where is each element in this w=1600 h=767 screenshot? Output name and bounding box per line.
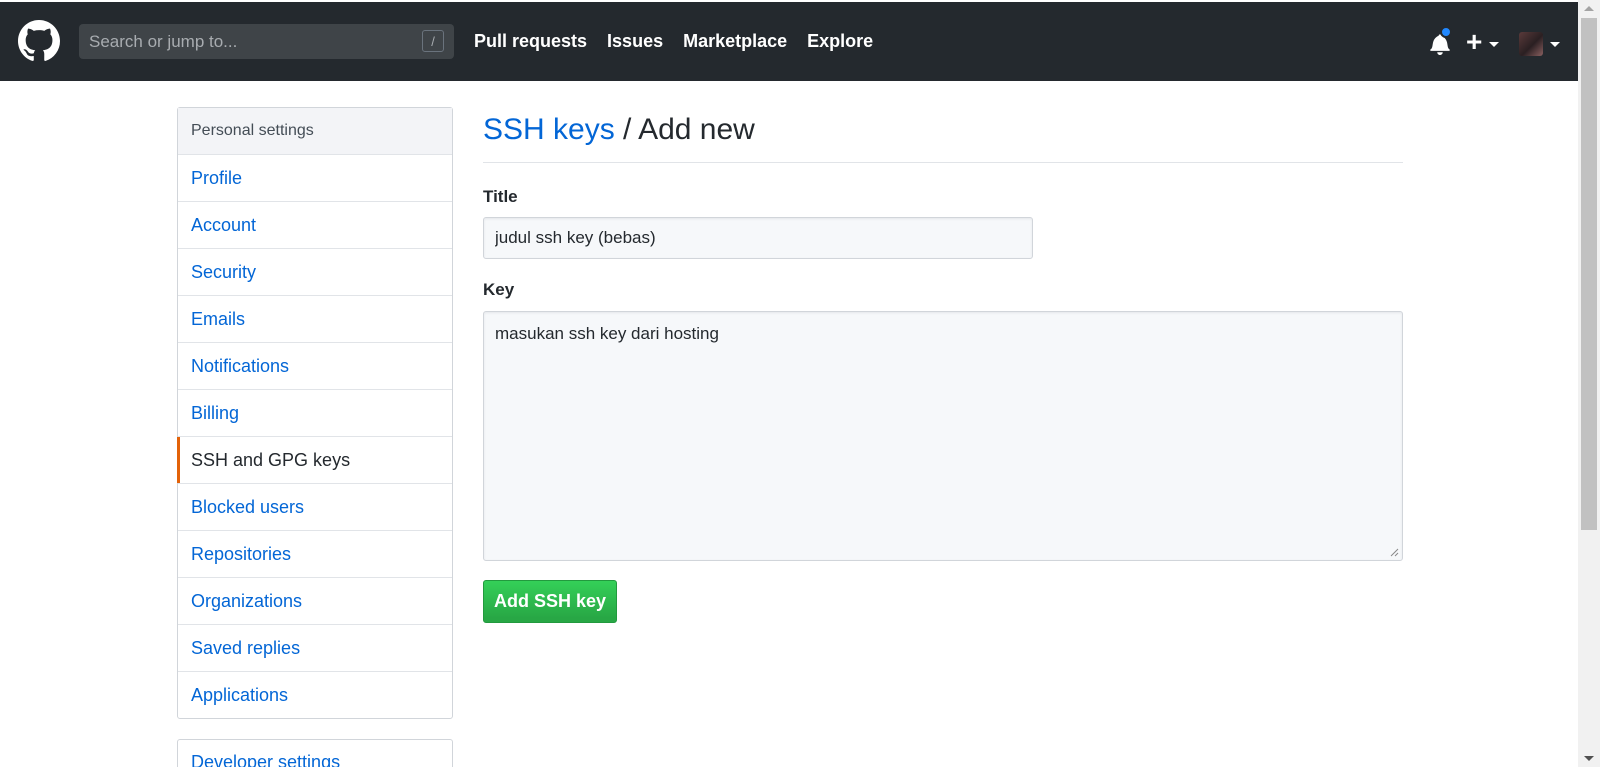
page-title: SSH keys / Add new [483, 107, 1403, 163]
main-content: SSH keys / Add new Title Key masukan ssh… [483, 107, 1403, 623]
nav-issues[interactable]: Issues [607, 31, 663, 52]
sidebar-item-account[interactable]: Account [178, 202, 452, 249]
title-input[interactable] [483, 217, 1033, 259]
sidebar-item-emails[interactable]: Emails [178, 296, 452, 343]
header-nav: Pull requests Issues Marketplace Explore [474, 2, 873, 81]
notification-indicator-icon [1440, 26, 1452, 38]
create-new-chevron-down-icon[interactable] [1489, 42, 1499, 47]
search-shortcut-key: / [422, 30, 444, 52]
github-logo-icon[interactable] [18, 20, 60, 62]
nav-marketplace[interactable]: Marketplace [683, 31, 787, 52]
avatar[interactable] [1519, 32, 1543, 56]
sidebar-item-notifications[interactable]: Notifications [178, 343, 452, 390]
sidebar-item-ssh-gpg-keys[interactable]: SSH and GPG keys [177, 437, 452, 484]
scroll-up-arrow-icon[interactable] [1584, 6, 1594, 11]
scroll-down-arrow-icon[interactable] [1584, 756, 1594, 761]
add-ssh-key-button[interactable]: Add SSH key [483, 580, 617, 623]
sidebar-header: Personal settings [178, 108, 452, 155]
sidebar-item-blocked-users[interactable]: Blocked users [178, 484, 452, 531]
scrollbar-thumb[interactable] [1581, 18, 1597, 530]
sidebar-item-profile[interactable]: Profile [178, 155, 452, 202]
breadcrumb-ssh-keys-link[interactable]: SSH keys [483, 113, 615, 146]
key-textarea[interactable]: masukan ssh key dari hosting [483, 311, 1403, 561]
search-input[interactable] [89, 31, 409, 52]
nav-explore[interactable]: Explore [807, 31, 873, 52]
avatar-chevron-down-icon[interactable] [1550, 42, 1560, 47]
search-box[interactable]: / [79, 24, 454, 59]
sidebar-item-saved-replies[interactable]: Saved replies [178, 625, 452, 672]
sidebar-item-developer-settings[interactable]: Developer settings [191, 752, 340, 767]
developer-settings-box: Developer settings [177, 739, 453, 767]
top-header: / Pull requests Issues Marketplace Explo… [0, 2, 1578, 81]
page-title-text: / Add new [614, 113, 755, 146]
nav-pull-requests[interactable]: Pull requests [474, 31, 587, 52]
sidebar-item-repositories[interactable]: Repositories [178, 531, 452, 578]
sidebar-item-security[interactable]: Security [178, 249, 452, 296]
title-label: Title [483, 187, 518, 206]
sidebar-item-billing[interactable]: Billing [178, 390, 452, 437]
settings-sidebar: Personal settings Profile Account Securi… [177, 107, 453, 719]
create-new-plus-icon[interactable]: + [1466, 27, 1482, 57]
page-scrollbar[interactable] [1578, 0, 1600, 767]
sidebar-item-applications[interactable]: Applications [178, 672, 452, 718]
key-label: Key [483, 280, 515, 299]
sidebar-item-organizations[interactable]: Organizations [178, 578, 452, 625]
resize-handle-icon[interactable] [1389, 547, 1399, 557]
